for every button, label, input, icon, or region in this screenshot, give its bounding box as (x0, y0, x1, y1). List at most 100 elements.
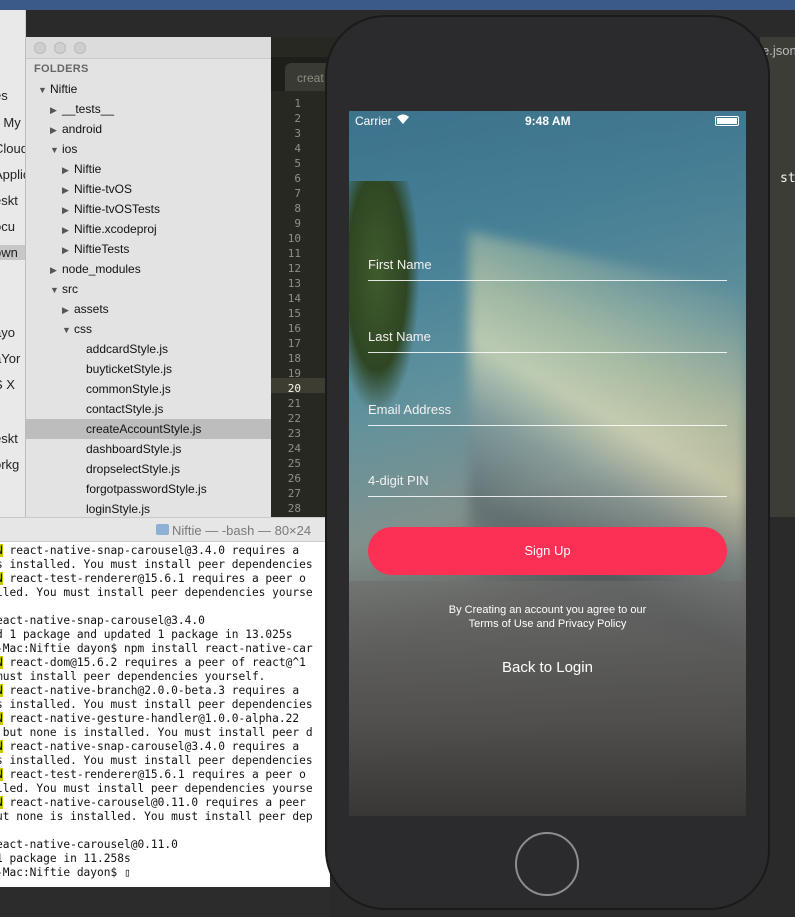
terminal-line: eact-native-carousel@0.11.0 (0, 838, 330, 852)
terminal-line-text: react-native-carousel@0.11.0 requires a … (2, 796, 306, 809)
minimize-window-button[interactable] (54, 42, 66, 54)
disclosure-closed-icon[interactable]: ▶ (50, 100, 62, 120)
first-name-field[interactable]: First Name (368, 251, 727, 281)
carrier-label: Carrier (355, 114, 392, 128)
tree-item[interactable]: dashboardStyle.js (26, 439, 271, 459)
disclosure-closed-icon[interactable]: ▶ (62, 220, 74, 240)
disclosure-closed-icon[interactable]: ▶ (62, 240, 74, 260)
terminal-line-text: lled. You must install peer dependencies… (0, 586, 313, 599)
terminal-window[interactable]: Niftie — -bash — 80×24 N react-native-sn… (0, 517, 330, 887)
sidebar-titlebar (26, 37, 271, 59)
terminal-line-text: ut none is installed. You must install p… (0, 810, 313, 823)
line-number: 6 (294, 172, 301, 185)
line-number: 17 (287, 337, 301, 350)
tree-item[interactable]: ▼ Niftie (26, 79, 271, 99)
line-number: 25 (287, 457, 301, 470)
tree-item[interactable]: ▶ Niftie (26, 159, 271, 179)
tree-item[interactable]: forgotpasswordStyle.js (26, 479, 271, 499)
tree-item-label: contactStyle.js (86, 402, 164, 416)
line-number: 11 (287, 247, 301, 260)
terminal-line: N react-native-snap-carousel@3.4.0 requi… (0, 740, 330, 754)
sign-up-button[interactable]: Sign Up (368, 527, 727, 575)
tree-item-label: assets (74, 302, 109, 316)
terms-link[interactable]: Terms of Use and Privacy Policy (349, 617, 746, 631)
tree-item[interactable]: addcardStyle.js (26, 339, 271, 359)
tree-item[interactable]: ▼ src (26, 279, 271, 299)
folder-icon (156, 524, 169, 535)
tree-item[interactable]: commonStyle.js (26, 379, 271, 399)
tree-item[interactable]: ▶ Niftie-tvOS (26, 179, 271, 199)
line-number: 10 (287, 232, 301, 245)
back-to-login-link[interactable]: Back to Login (349, 659, 746, 676)
tree-item[interactable]: loginStyle.js (26, 499, 271, 517)
terminal-line: lled. You must install peer dependencies… (0, 782, 330, 796)
close-window-button[interactable] (34, 42, 46, 54)
disclosure-closed-icon[interactable]: ▶ (62, 200, 74, 220)
tree-item-label: ios (62, 142, 78, 156)
disclosure-closed-icon[interactable]: ▶ (50, 260, 62, 280)
finder-item[interactable]: orkg (0, 457, 25, 472)
line-number: 23 (287, 427, 301, 440)
code-fragment: st (780, 171, 795, 186)
tree-item[interactable]: ▶ Niftie.xcodeproj (26, 219, 271, 239)
finder-item[interactable]: own (0, 245, 25, 260)
tree-item[interactable]: ▼ css (26, 319, 271, 339)
disclosure-closed-icon[interactable]: ▶ (50, 120, 62, 140)
line-number: 2 (294, 112, 301, 125)
terminal-line: -Mac:Niftie dayon$ ▯ (0, 866, 330, 880)
ios-status-bar: Carrier 9:48 AM (349, 111, 746, 131)
email-field[interactable]: Email Address (368, 396, 727, 426)
finder-item[interactable]: eskt (0, 193, 25, 208)
tree-item[interactable]: dropselectStyle.js (26, 459, 271, 479)
terminal-line-text: s installed. You must install peer depen… (0, 698, 313, 711)
finder-item[interactable]: s (0, 300, 25, 315)
line-number: 19 (287, 367, 301, 380)
finder-item[interactable]: es (0, 88, 25, 103)
terminal-output[interactable]: N react-native-snap-carousel@3.4.0 requi… (0, 544, 330, 880)
line-number: 22 (287, 412, 301, 425)
finder-sidebar: es ll My Cloud Applic eskt ocu own s ayo aYor S X e… (0, 10, 26, 517)
tree-item[interactable]: ▶ Niftie-tvOSTests (26, 199, 271, 219)
finder-item[interactable]: Cloud (0, 141, 25, 156)
tree-item[interactable]: buyticketStyle.js (26, 359, 271, 379)
terminal-line: must install peer dependencies yourself. (0, 670, 330, 684)
terminal-line-text: s installed. You must install peer depen… (0, 558, 313, 571)
tree-item-label: dashboardStyle.js (86, 442, 182, 456)
tree-item[interactable]: ▼ ios (26, 139, 271, 159)
home-button[interactable] (515, 832, 579, 896)
disclosure-open-icon[interactable]: ▼ (50, 280, 62, 300)
last-name-placeholder: Last Name (368, 329, 431, 344)
tree-item-label: addcardStyle.js (86, 342, 169, 356)
tree-item-label: buyticketStyle.js (86, 362, 173, 376)
tree-item[interactable]: ▶ __tests__ (26, 99, 271, 119)
pin-field[interactable]: 4-digit PIN (368, 467, 727, 497)
terminal-line: d 1 package and updated 1 package in 13.… (0, 628, 330, 642)
finder-item[interactable]: ayo (0, 325, 25, 340)
disclosure-closed-icon[interactable]: ▶ (62, 180, 74, 200)
tree-item[interactable]: ▶ NiftieTests (26, 239, 271, 259)
finder-item[interactable]: ll My (0, 115, 25, 130)
finder-item[interactable]: S X (0, 377, 25, 392)
tree-item-label: Niftie.xcodeproj (74, 222, 157, 236)
disclosure-open-icon[interactable]: ▼ (50, 140, 62, 160)
disclosure-closed-icon[interactable]: ▶ (62, 160, 74, 180)
zoom-window-button[interactable] (74, 42, 86, 54)
line-number: 13 (287, 277, 301, 290)
tree-item[interactable]: ▶ android (26, 119, 271, 139)
finder-item[interactable]: Applic (0, 167, 25, 182)
finder-item[interactable]: aYor (0, 351, 25, 366)
tree-item[interactable]: ▶ assets (26, 299, 271, 319)
tree-item[interactable]: ▶ node_modules (26, 259, 271, 279)
terminal-line: s installed. You must install peer depen… (0, 558, 330, 572)
terminal-line: but none is installed. You must install … (0, 726, 330, 740)
last-name-field[interactable]: Last Name (368, 323, 727, 353)
terminal-line: N react-test-renderer@15.6.1 requires a … (0, 572, 330, 586)
finder-item[interactable]: eskt (0, 431, 25, 446)
finder-item[interactable]: ocu (0, 219, 25, 234)
tree-item[interactable]: createAccountStyle.js (26, 419, 271, 439)
disclosure-closed-icon[interactable]: ▶ (62, 300, 74, 320)
disclosure-open-icon[interactable]: ▼ (62, 320, 74, 340)
tree-item[interactable]: contactStyle.js (26, 399, 271, 419)
terminal-line-text: react-test-renderer@15.6.1 requires a pe… (2, 768, 306, 781)
disclosure-open-icon[interactable]: ▼ (38, 80, 50, 100)
